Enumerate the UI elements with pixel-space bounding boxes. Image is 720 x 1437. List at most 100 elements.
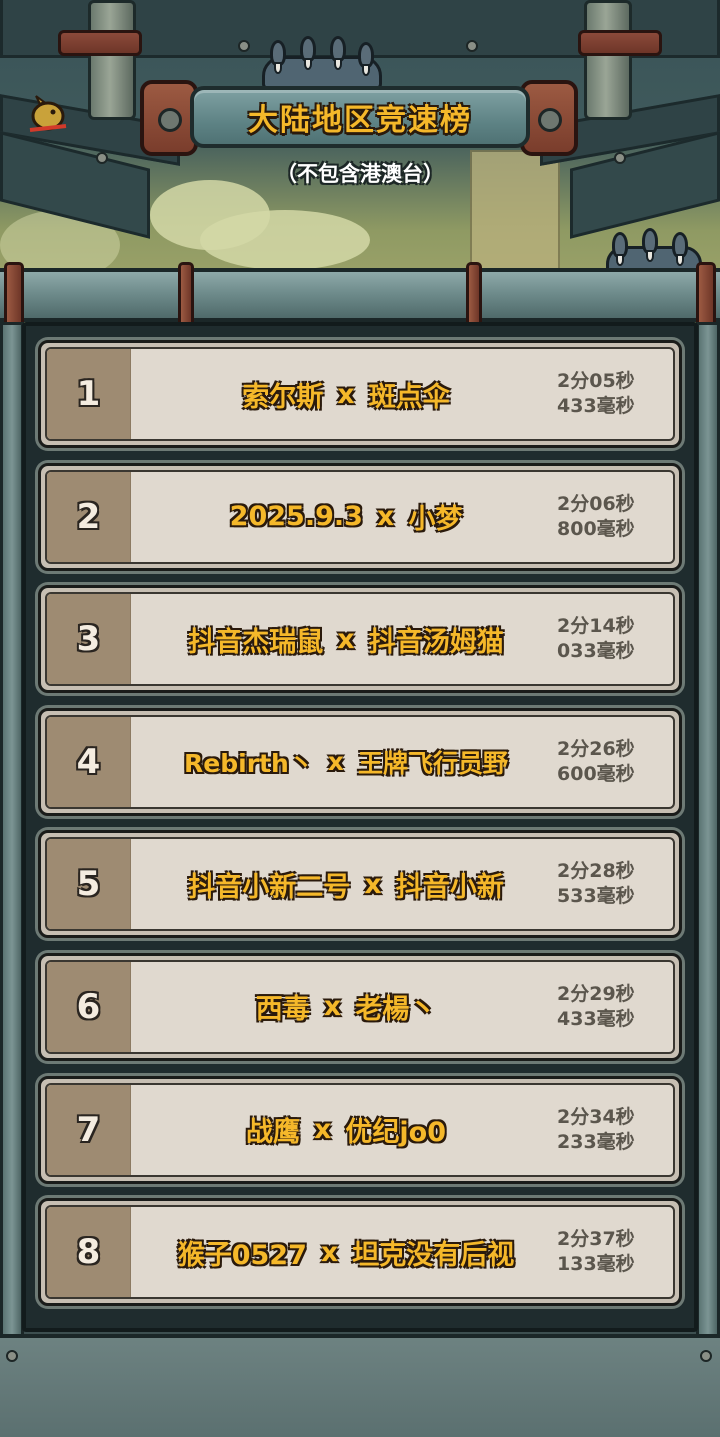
time-milliseconds: 433毫秒 [557,1007,635,1030]
rank-number: 8 [76,1232,101,1273]
player-2-name: 小梦 [408,504,463,536]
player-1-name: 2025.9.3 [229,501,363,533]
rank-badge: 1 [47,349,131,439]
separator: x [337,623,355,655]
rank-badge: 7 [47,1084,131,1175]
player-1-name: 抖音杰瑞鼠 [188,626,324,658]
team-names: 西毒 x 老楊丶 [131,962,555,1052]
time-minutes: 2分26秒 [557,737,635,760]
bolt [238,40,250,52]
player-1-name: 抖音小新二号 [188,871,351,903]
player-2-name: 王牌飞行员野 [357,748,508,778]
team-names: 索尔斯 x 斑点伞 [131,349,555,439]
time-milliseconds: 800毫秒 [557,517,635,540]
time-minutes: 2分34秒 [557,1105,635,1128]
leaderboard-row: 5 抖音小新二号 x 抖音小新 2分28秒 533毫秒 [38,830,682,939]
time-minutes: 2分06秒 [557,492,635,515]
time-milliseconds: 133毫秒 [557,1253,635,1276]
rank-badge: 3 [47,594,131,685]
leaderboard-list: 1 索尔斯 x 斑点伞 2分05秒 433毫秒 2 2025.9.3 x 小梦 2分06… [38,340,682,1321]
rank-number: 4 [76,741,101,782]
separator: x [337,378,355,410]
bird-icon [26,94,70,136]
time-minutes: 2分29秒 [557,982,635,1005]
rank-badge: 8 [47,1207,131,1298]
team-names: Rebirth丶 x 王牌飞行员野 [131,717,555,807]
team-names: 抖音杰瑞鼠 x 抖音汤姆猫 [131,594,555,684]
leaderboard-row: 1 索尔斯 x 斑点伞 2分05秒 433毫秒 [38,340,682,448]
leaderboard-row: 6 西毒 x 老楊丶 2分29秒 433毫秒 [38,952,682,1061]
clear-time: 2分29秒 433毫秒 [555,962,673,1052]
pipe-clamp [696,262,716,328]
time-milliseconds: 533毫秒 [557,885,635,908]
clear-time: 2分05秒 433毫秒 [555,349,673,439]
bolt [6,1350,18,1362]
pipe-clamp [178,262,194,328]
team-names: 战鹰 x 优纪jo0 [131,1085,555,1175]
rank-number: 3 [76,619,101,660]
page-title: 大陆地区竞速榜 [248,103,472,138]
rank-badge: 6 [47,961,131,1052]
leaderboard-row: 4 Rebirth丶 x 王牌飞行员野 2分26秒 600毫秒 [38,707,682,816]
team-names: 猴子0527 x 坦克没有后视 [131,1207,555,1297]
leaderboard-row: 2 2025.9.3 x 小梦 2分06秒 800毫秒 [38,462,682,571]
separator: x [313,1114,332,1146]
time-minutes: 2分37秒 [557,1228,635,1251]
team-names: 2025.9.3 x 小梦 [131,472,555,562]
top-pipe [0,268,720,322]
time-milliseconds: 233毫秒 [557,1130,635,1153]
left-pipe [88,0,136,120]
pipe-clamp [4,262,24,328]
player-1-name: 猴子0527 [177,1239,307,1271]
player-2-name: 抖音汤姆猫 [368,626,504,658]
clear-time: 2分06秒 800毫秒 [555,472,673,562]
player-1-name: Rebirth丶 [184,748,314,778]
separator: x [376,501,395,533]
clear-time: 2分26秒 600毫秒 [555,717,673,807]
clear-time: 2分37秒 133毫秒 [555,1207,673,1297]
player-2-name: 坦克没有后视 [352,1239,515,1271]
bottom-panel [0,1334,720,1437]
rank-badge: 2 [47,471,131,562]
pipe-clamp [466,262,482,328]
right-column [696,322,720,1337]
player-1-name: 战鹰 [245,1117,300,1149]
separator: x [320,1236,339,1268]
left-column [0,322,24,1337]
leaderboard-row: 8 猴子0527 x 坦克没有后视 2分37秒 133毫秒 [38,1198,682,1307]
time-minutes: 2分28秒 [557,860,635,883]
time-minutes: 2分05秒 [557,370,635,392]
team-names: 抖音小新二号 x 抖音小新 [131,839,555,929]
separator: x [327,747,344,777]
player-2-name: 优纪jo0 [345,1117,446,1149]
rank-badge: 4 [47,716,131,807]
time-minutes: 2分14秒 [557,615,635,638]
right-pipe-bracket [578,30,662,56]
player-2-name: 老楊丶 [355,994,437,1026]
rank-number: 7 [76,1109,101,1150]
player-2-name: 抖音小新 [395,871,504,903]
leaderboard-row: 7 战鹰 x 优纪jo0 2分34秒 233毫秒 [38,1075,682,1184]
left-pipe-bracket [58,30,142,56]
leaderboard-row: 3 抖音杰瑞鼠 x 抖音汤姆猫 2分14秒 033毫秒 [38,585,682,694]
player-1-name: 索尔斯 [242,381,324,413]
player-1-name: 西毒 [255,994,310,1026]
right-pipe [584,0,632,120]
clear-time: 2分14秒 033毫秒 [555,594,673,684]
bolt [466,40,478,52]
player-2-name: 斑点伞 [368,381,450,413]
time-milliseconds: 600毫秒 [557,762,635,785]
clear-time: 2分28秒 533毫秒 [555,839,673,929]
page-subtitle: （不包含港澳台） [276,162,444,186]
bolt [700,1350,712,1362]
separator: x [323,991,342,1023]
rank-number: 6 [76,986,101,1027]
time-milliseconds: 433毫秒 [557,395,635,417]
cloud [200,210,370,270]
rank-number: 1 [76,374,101,414]
clear-time: 2分34秒 233毫秒 [555,1085,673,1175]
time-milliseconds: 033毫秒 [557,640,635,663]
separator: x [364,868,382,900]
rank-number: 5 [76,864,101,905]
rank-badge: 5 [47,839,131,930]
